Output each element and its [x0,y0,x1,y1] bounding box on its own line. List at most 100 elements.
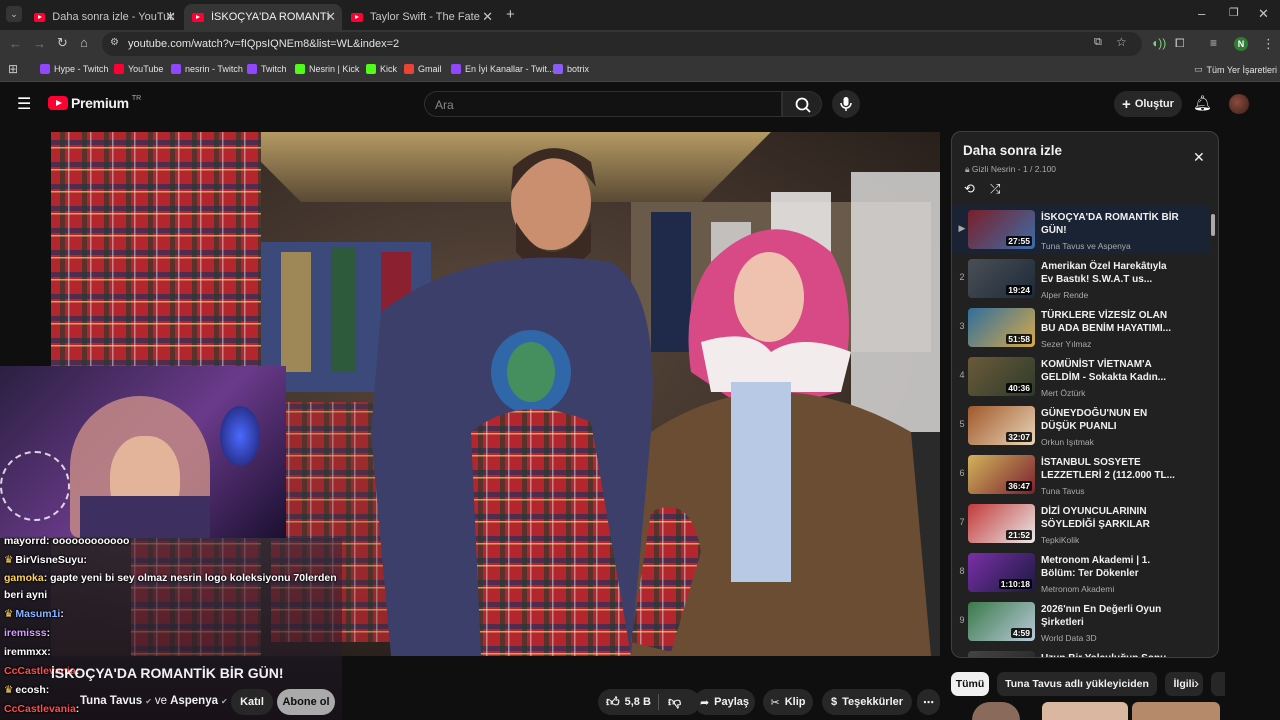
chip-from-uploader[interactable]: Tuna Tavus adlı yükleyiciden [997,672,1157,696]
playlist-item-title[interactable]: TÜRKLERE VİZESİZ OLAN BU ADA BENİM HAYAT… [1041,309,1181,335]
playlist-item-channel[interactable]: Tuna Tavus [1041,486,1084,496]
share-button[interactable]: ➦ Paylaş [694,689,755,715]
url-bar[interactable]: ⚙ youtube.com/watch?v=fIQpsIQNEm8&list=W… [102,32,1142,56]
close-tab-icon[interactable]: ✕ [482,9,493,25]
create-button[interactable]: + Oluştur [1114,91,1182,117]
restore-window-icon[interactable]: ❐ [1229,6,1239,19]
more-actions-button[interactable]: ⋯ [917,689,940,715]
playlist-item-thumbnail[interactable]: 27:55 [968,210,1035,249]
home-icon[interactable]: ⌂ [80,35,88,50]
bookmark-item[interactable]: Twitch [247,64,287,74]
subscribe-button[interactable]: Abone ol [277,689,335,715]
playlist-item[interactable]: 6 36:47 İSTANBUL SOSYETE LEZZETLERİ 2 (112… [952,451,1210,499]
all-bookmarks[interactable]: ▭ Tüm Yer İşaretleri [1194,64,1277,75]
reading-list-icon[interactable]: ≡ [1210,36,1217,50]
close-window-icon[interactable]: ✕ [1258,6,1269,22]
apps-grid-icon[interactable]: ⊞ [8,62,18,76]
playlist-item-title[interactable]: KOMÜNİST VİETNAM'A GELDİM - Sokakta Kadı… [1041,358,1181,384]
playlist-item-thumbnail[interactable]: 21:52 [968,504,1035,543]
browser-menu-icon[interactable]: ⋮ [1262,36,1275,52]
forward-icon[interactable]: → [33,36,46,51]
tab-current-video[interactable]: İSKOÇYA'DA ROMANTİK BİR GÜN ✕ [184,4,342,30]
playlist-item[interactable]: 3 51:58 TÜRKLERE VİZESİZ OLAN BU ADA BENİM… [952,304,1210,352]
playlist-item[interactable]: 7 21:52 DİZİ OYUNCULARININ SÖYLEDİĞİ ŞARKI… [952,500,1210,548]
playlist-item-title[interactable]: Amerikan Özel Harekâtıyla Ev Bastık! S.W… [1041,260,1181,286]
playlist-item-thumbnail[interactable]: 19:24 [968,259,1035,298]
tab-search-icon[interactable]: ⌄ [6,6,22,22]
bookmark-item[interactable]: Hype - Twitch [40,64,108,74]
join-button[interactable]: Katıl [231,689,273,715]
clip-button[interactable]: ✂ Klip [763,689,813,715]
playlist-item-thumbnail[interactable]: 51:58 [968,308,1035,347]
playlist-item-title[interactable]: GÜNEYDOĞU'NUN EN DÜŞÜK PUANLI RESTORANTL… [1041,407,1181,434]
playlist-item-channel[interactable]: Mert Öztürk [1041,388,1085,398]
search-button[interactable] [782,91,822,117]
minimize-window-icon[interactable]: – [1198,6,1205,21]
playlist-item[interactable]: 10Uzun Bir Yolculuğun Sonu [952,647,1210,657]
extensions-icon[interactable]: ⧠ [1175,36,1185,51]
playlist-item-channel[interactable]: TepkiKolik [1041,535,1079,545]
playlist-item-thumbnail[interactable]: 1:10:18 [968,553,1035,592]
channel-name[interactable]: Tuna Tavus [80,695,142,707]
close-tab-icon[interactable]: ✕ [325,9,336,25]
tab-taylor-swift[interactable]: Taylor Swift - The Fate of Ophelia ✕ [343,4,499,30]
youtube-logo[interactable]: Premium TR [48,95,141,111]
bookmark-item[interactable]: YouTube [114,64,163,74]
media-audio-icon[interactable]: ◖)) [1151,36,1166,50]
thanks-button[interactable]: $ Teşekkürler [822,689,912,715]
hamburger-menu-icon[interactable]: ☰ [17,94,31,114]
playlist-item[interactable]: 4 40:36 KOMÜNİST VİETNAM'A GELDİM - Sokakt… [952,353,1210,401]
reload-icon[interactable]: ↻ [57,35,68,51]
playlist-item[interactable]: ▶ 27:55 İSKOÇYA'DA ROMANTİK BİR GÜN! Tuna T… [952,206,1210,254]
chip-all[interactable]: Tümü [951,672,989,696]
playlist-item[interactable]: 9 4:59 2026'nın En Değerli Oyun Şirketleri… [952,598,1210,646]
bookmark-item[interactable]: botrix [553,64,589,74]
channel-names[interactable]: Tuna Tavus ✔ ve Aspenya ✔ [80,695,228,707]
playlist-item[interactable]: 2 19:24 Amerikan Özel Harekâtıyla Ev Bastı… [952,255,1210,303]
playlist-item-title[interactable]: Metronom Akademi | 1. Bölüm: Ter Dökenle… [1041,554,1181,581]
playlist-item-title[interactable]: Uzun Bir Yolculuğun Sonu [1041,652,1181,657]
close-tab-icon[interactable]: ✕ [165,9,176,25]
playlist-item[interactable]: 8 1:10:18 Metronom Akademi | 1. Bölüm: Ter… [952,549,1210,597]
playlist-item-thumbnail[interactable]: 36:47 [968,455,1035,494]
playlist-item-channel[interactable]: Sezer Yılmaz [1041,339,1091,349]
playlist-item-channel[interactable]: Orkun Işıtmak [1041,437,1094,447]
search-input[interactable]: Ara [424,91,782,117]
bookmark-item[interactable]: nesrin - Twitch [171,64,243,74]
playlist-item-thumbnail[interactable] [968,651,1035,657]
close-playlist-icon[interactable]: ✕ [1193,149,1205,166]
playlist-item-thumbnail[interactable]: 32:07 [968,406,1035,445]
playlist-item-title[interactable]: İSKOÇYA'DA ROMANTİK BİR GÜN! [1041,211,1181,237]
playlist-item-channel[interactable]: Tuna Tavus ve Aspenya [1041,241,1131,251]
notifications-bell-icon[interactable]: 🔔︎ [1193,94,1212,112]
tab-watch-later[interactable]: Daha sonra izle - YouTube ✕ [26,4,182,30]
bookmark-star-icon[interactable]: ☆ [1116,35,1127,49]
chevron-right-icon[interactable]: › [1194,675,1199,692]
back-icon[interactable]: ← [9,36,22,51]
chip-partial[interactable] [1211,672,1225,696]
profile-avatar[interactable]: N [1234,37,1248,51]
playlist-item-thumbnail[interactable]: 4:59 [968,602,1035,641]
voice-search-button[interactable] [832,90,860,118]
bookmark-item[interactable]: Nesrin | Kick [295,64,359,74]
bookmark-item[interactable]: Gmail [404,64,442,74]
site-info-icon[interactable]: ⚙ [110,37,119,48]
dislike-icon[interactable]: 👎︎ [668,694,681,710]
shuffle-icon[interactable]: ⤮ [990,181,1000,197]
playlist-item-title[interactable]: 2026'nın En Değerli Oyun Şirketleri [1041,603,1181,629]
loop-icon[interactable]: ⟲ [964,181,975,197]
channel-name-2[interactable]: Aspenya [170,695,218,707]
bookmark-item[interactable]: En İyi Kanallar - Twit... [451,64,554,74]
playlist-item-channel[interactable]: World Data 3D [1041,633,1097,643]
playlist-item-channel[interactable]: Alper Rende [1041,290,1088,300]
playlist-item-title[interactable]: İSTANBUL SOSYETE LEZZETLERİ 2 (112.000 T… [1041,456,1181,482]
playlist-item-thumbnail[interactable]: 40:36 [968,357,1035,396]
new-tab-icon[interactable]: + [506,6,515,23]
like-count[interactable]: 5,8 B [625,696,651,708]
playlist-title[interactable]: Daha sonra izle [963,143,1062,158]
playlist-item-channel[interactable]: Metronom Akademi [1041,584,1114,594]
like-icon[interactable]: 👍︎ [606,694,620,710]
playlist-scrollbar[interactable] [1211,206,1216,650]
playlist-item[interactable]: 5 32:07 GÜNEYDOĞU'NUN EN DÜŞÜK PUANLI REST… [952,402,1210,450]
install-app-icon[interactable]: ⧉ [1094,36,1102,49]
